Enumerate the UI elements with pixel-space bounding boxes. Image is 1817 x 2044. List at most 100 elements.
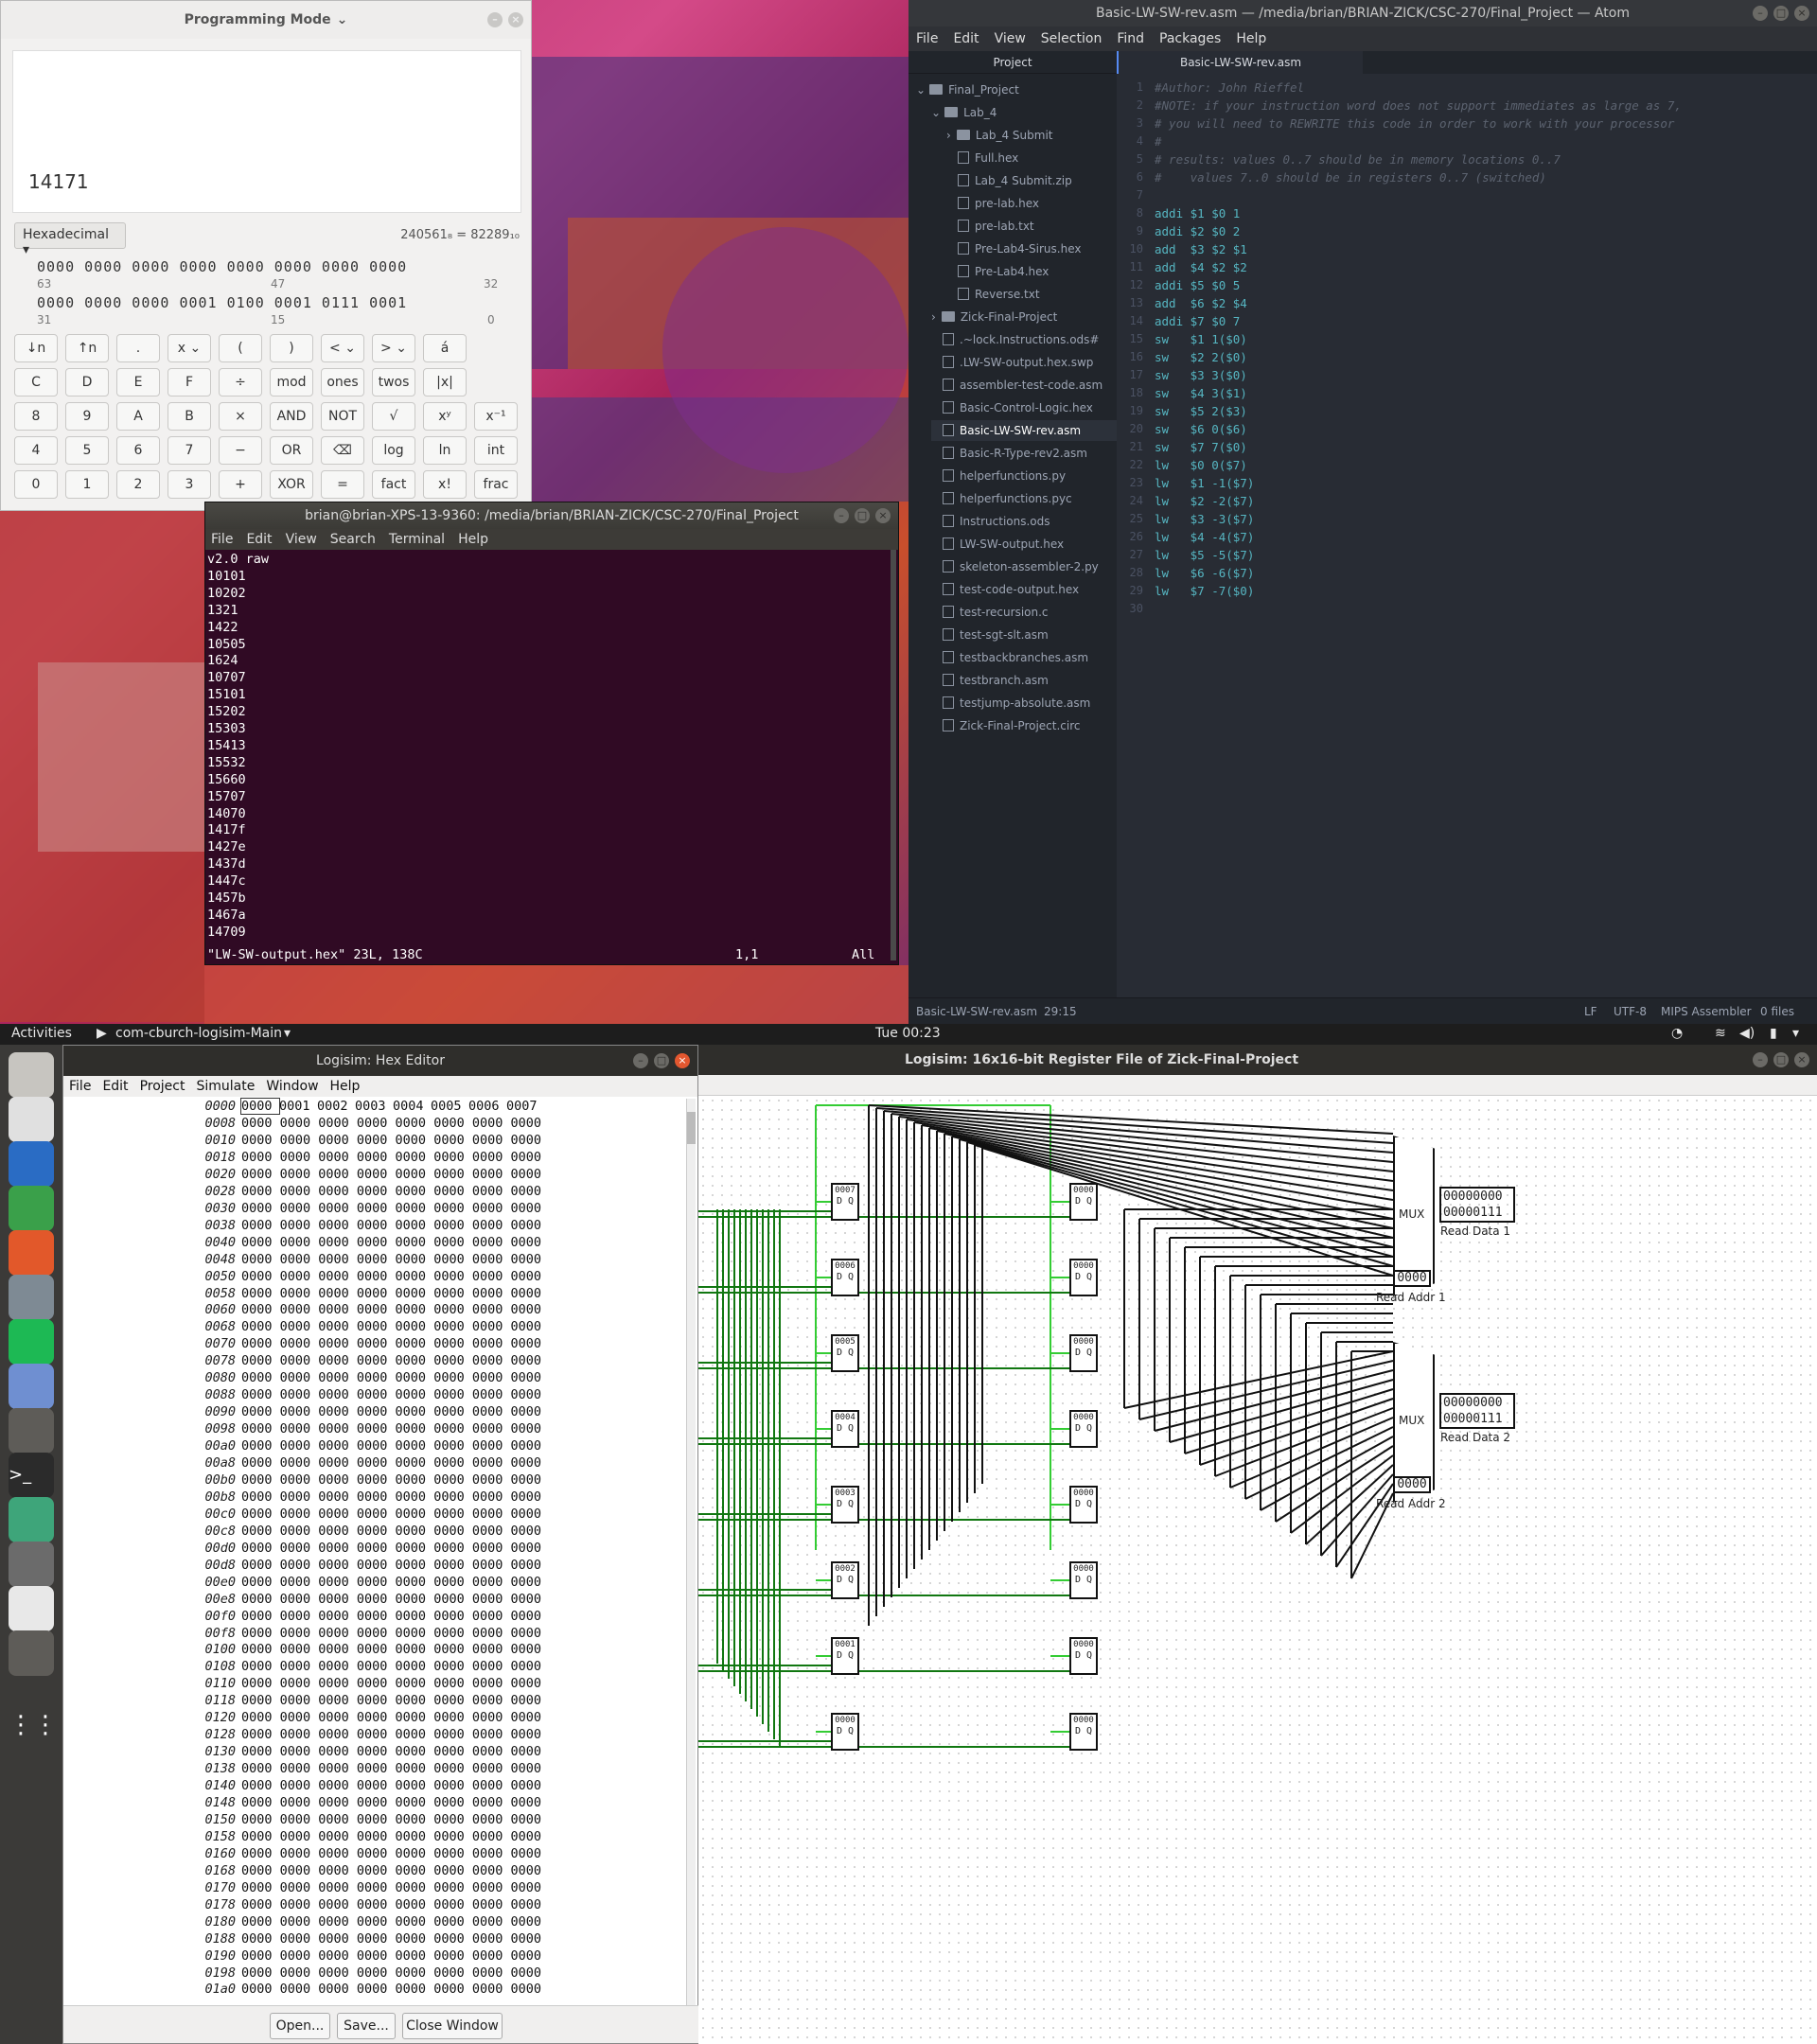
hex-values[interactable]: 0000 0000 0000 0000 0000 0000 0000 0000 [241,1302,541,1317]
hex-cell[interactable]: 0002 [317,1099,355,1114]
hex-values[interactable]: 0000 0000 0000 0000 0000 0000 0000 0000 [241,1812,541,1827]
calc-key[interactable]: ⌫ [321,436,364,465]
menu-file[interactable]: File [916,31,938,46]
volume-icon[interactable]: ◀) [1739,1026,1755,1041]
calc-key[interactable]: B [168,402,211,431]
calc-key[interactable]: 2 [116,470,160,499]
close-icon[interactable]: × [875,508,891,523]
remote-icon[interactable] [9,1364,54,1409]
calculator-mode-menu[interactable]: Programming Mode [185,12,331,27]
calc-key[interactable]: . [116,334,160,362]
battery-icon[interactable]: ▮ [1770,1026,1777,1041]
calc-key[interactable]: F [168,368,211,396]
hex-row[interactable]: 0100 0000 0000 0000 0000 0000 0000 0000 0… [63,1642,541,1657]
calc-key[interactable]: OR [270,436,313,465]
hex-values[interactable]: 0000 0000 0000 0000 0000 0000 0000 0000 [241,1336,541,1351]
hex-row[interactable]: 0148 0000 0000 0000 0000 0000 0000 0000 0… [63,1795,541,1810]
menu-search[interactable]: Search [330,532,376,547]
menu-edit[interactable]: Edit [102,1079,128,1094]
settings-icon[interactable] [9,1275,54,1320]
hex-values[interactable]: 0000 0000 0000 0000 0000 0000 0000 0000 [241,1541,541,1556]
hex-values[interactable]: 0000 0000 0000 0000 0000 0000 0000 0000 [241,1982,541,1997]
tree-file[interactable]: pre-lab.txt [946,216,1117,237]
hex-row[interactable]: 0188 0000 0000 0000 0000 0000 0000 0000 0… [63,1931,541,1947]
read-addr-2-pin[interactable]: 0000 [1393,1476,1431,1493]
hex-row[interactable]: 0158 0000 0000 0000 0000 0000 0000 0000 0… [63,1829,541,1844]
tree-file[interactable]: .~lock.Instructions.ods# [931,329,1117,350]
hex-cell[interactable]: 0005 [431,1099,468,1114]
calc-key[interactable]: x⁻¹ [474,402,518,431]
terminal-output[interactable]: v2.0 raw 10101 10202 1321 1422 10505 1624 10707… [205,550,887,964]
maximize-icon[interactable]: □ [1773,1052,1789,1067]
tree-file[interactable]: skeleton-assembler-2.py [931,556,1117,577]
hex-row[interactable]: 0060 0000 0000 0000 0000 0000 0000 0000 0… [63,1302,541,1317]
hex-row[interactable]: 0000 0000 0001 0002 0003 0004 0005 0006 0007 [63,1098,544,1115]
calc-key[interactable]: XOR [270,470,313,499]
hex-row[interactable]: 0088 0000 0000 0000 0000 0000 0000 0000 0… [63,1387,541,1402]
hex-row[interactable]: 0178 0000 0000 0000 0000 0000 0000 0000 0… [63,1897,541,1912]
register[interactable]: 0000 D Q [1069,1410,1098,1448]
maximize-icon[interactable]: □ [1773,6,1789,21]
register[interactable]: 0003 D Q [831,1486,859,1524]
minimize-icon[interactable]: – [487,12,503,27]
hex-values[interactable]: 0000 0000 0000 0000 0000 0000 0000 0000 [241,1235,541,1250]
calc-key[interactable]: D [65,368,109,396]
calc-key[interactable]: 8 [14,402,58,431]
calc-key[interactable]: ones [321,368,364,396]
hex-values[interactable]: 0000 0000 0000 0000 0000 0000 0000 0000 [241,1626,541,1641]
calc-key[interactable]: |x| [423,368,467,396]
hex-row[interactable]: 00f0 0000 0000 0000 0000 0000 0000 0000 0… [63,1609,541,1624]
hex-values[interactable]: 0000 0000 0000 0000 0000 0000 0000 0000 [241,1524,541,1539]
minimize-icon[interactable]: – [834,508,849,523]
hex-values[interactable]: 0000 0000 0000 0000 0000 0000 0000 0000 [241,1846,541,1861]
register[interactable]: 0000 D Q [1069,1561,1098,1599]
code-editor[interactable]: Basic-LW-SW-rev.asm 1 #Author: John Rieff… [1117,51,1817,997]
hex-row[interactable]: 0038 0000 0000 0000 0000 0000 0000 0000 0… [63,1218,541,1233]
hex-values[interactable]: 0000 0000 0000 0000 0000 0000 0000 0000 [241,1133,541,1148]
activities-button[interactable]: Activities [11,1026,72,1041]
clock[interactable]: Tue 00:23 [875,1026,941,1041]
calc-key[interactable]: xʸ [423,402,467,431]
hex-grid[interactable]: 0000 0000 0001 0002 0003 0004 0005 0006 0007 0008… [63,1098,688,1998]
tree-file[interactable]: Basic-Control-Logic.hex [931,397,1117,418]
hex-cell[interactable]: 0006 [468,1099,506,1114]
calc-key[interactable]: log [372,436,415,465]
calc-key[interactable]: mod [270,368,313,396]
calc-key[interactable]: fact [372,470,415,499]
hex-values[interactable]: 0000 0000 0000 0000 0000 0000 0000 0000 [241,1897,541,1912]
menu-window[interactable]: Window [266,1079,318,1094]
hex-row[interactable]: 0120 0000 0000 0000 0000 0000 0000 0000 0… [63,1710,541,1725]
hex-row[interactable]: 0058 0000 0000 0000 0000 0000 0000 0000 0… [63,1286,541,1301]
hex-row[interactable]: 00c8 0000 0000 0000 0000 0000 0000 0000 0… [63,1524,541,1539]
tree-file[interactable]: Full.hex [946,148,1117,168]
hex-row[interactable]: 00e8 0000 0000 0000 0000 0000 0000 0000 0… [63,1592,541,1607]
close-icon[interactable]: × [1794,1052,1809,1067]
tree-file[interactable]: Basic-R-Type-rev2.asm [931,443,1117,464]
tree-file[interactable]: LW-SW-output.hex [931,534,1117,555]
menu-help[interactable]: Help [458,532,488,547]
spotify-icon[interactable] [9,1319,54,1365]
calc-key[interactable]: ÷ [219,368,262,396]
calc-key[interactable]: NOT [321,402,364,431]
calc-key[interactable]: twos [372,368,415,396]
register[interactable]: 0000 D Q [1069,1713,1098,1751]
hex-values[interactable]: 0000 0000 0000 0000 0000 0000 0000 0000 [241,1167,541,1182]
maximize-icon[interactable]: □ [855,508,870,523]
status-line-ending[interactable]: LF [1584,1005,1597,1018]
editor-tab[interactable]: Basic-LW-SW-rev.asm [1117,51,1363,74]
hex-values[interactable]: 0000 0000 0000 0000 0000 0000 0000 0000 [241,1761,541,1776]
calc-key[interactable]: x! [423,470,467,499]
hex-row[interactable]: 00d0 0000 0000 0000 0000 0000 0000 0000 0… [63,1541,541,1556]
close-icon[interactable]: × [1794,6,1809,21]
hex-row[interactable]: 0160 0000 0000 0000 0000 0000 0000 0000 0… [63,1846,541,1861]
calc-key[interactable]: = [321,470,364,499]
register[interactable]: 0001 D Q [831,1637,859,1675]
calc-key[interactable]: √ [372,402,415,431]
menu-file[interactable]: File [69,1079,91,1094]
hex-row[interactable]: 0110 0000 0000 0000 0000 0000 0000 0000 0… [63,1676,541,1691]
calc-key[interactable]: × [219,402,262,431]
read-addr-1-pin[interactable]: 0000 [1393,1270,1431,1287]
tree-file[interactable]: testbranch.asm [931,670,1117,691]
hex-values[interactable]: 0000 0000 0000 0000 0000 0000 0000 0000 [241,1914,541,1929]
calc-key[interactable]: ) [270,334,313,362]
